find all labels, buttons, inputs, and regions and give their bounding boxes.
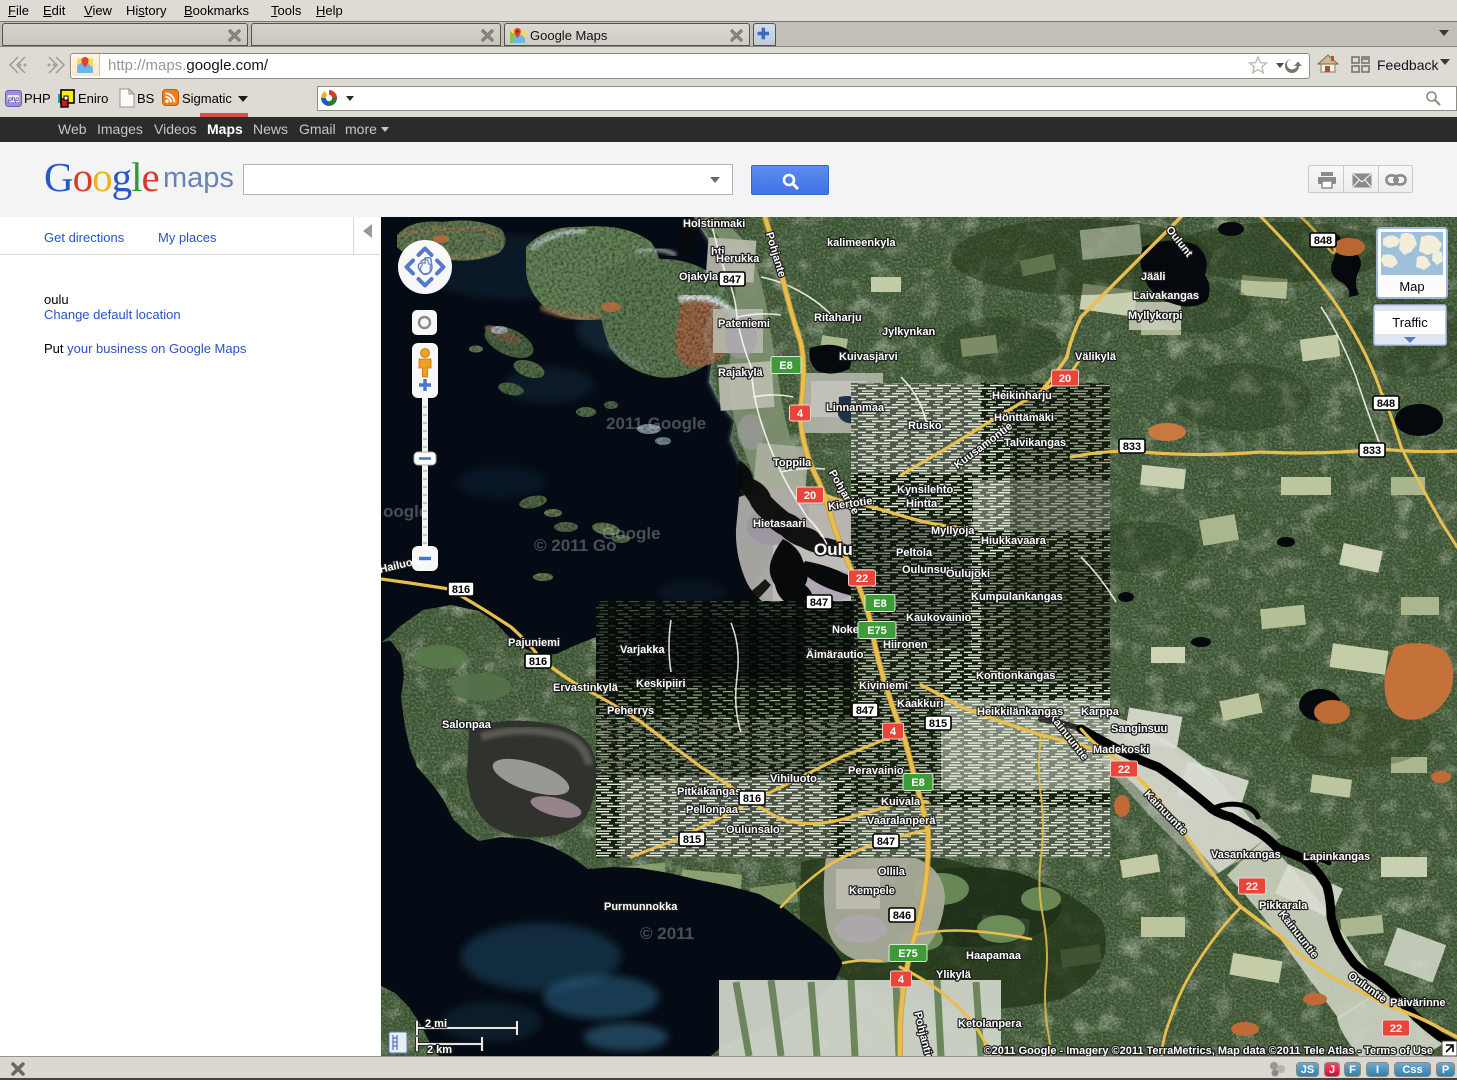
svg-text:Rusko: Rusko [908, 420, 942, 432]
svg-text:Vasankangas: Vasankangas [1211, 849, 1281, 861]
svg-text:E8: E8 [779, 360, 792, 372]
svg-text:815: 815 [929, 718, 947, 730]
svg-text:Pikkarala: Pikkarala [1259, 900, 1308, 912]
svg-text:20: 20 [1059, 373, 1071, 385]
svg-text:Myllyoja: Myllyoja [931, 525, 975, 537]
svg-text:Kuivasjärvi: Kuivasjärvi [839, 351, 898, 363]
svg-text:Oulujoki: Oulujoki [946, 568, 990, 580]
svg-text:Toppila: Toppila [773, 457, 812, 469]
svg-text:Kuivala: Kuivala [881, 796, 921, 808]
svg-text:Hiukkavaara: Hiukkavaara [981, 535, 1047, 547]
svg-text:Hietasaari: Hietasaari [753, 518, 806, 530]
svg-text:848: 848 [1377, 398, 1395, 410]
svg-text:E8: E8 [911, 777, 924, 789]
svg-text:Vaaralanperä: Vaaralanperä [867, 815, 936, 827]
svg-text:Jääli: Jääli [1141, 271, 1165, 283]
svg-text:Kempele: Kempele [849, 885, 895, 897]
svg-text:Linnanmaa: Linnanmaa [826, 402, 885, 414]
svg-text:Peherrys: Peherrys [607, 705, 654, 717]
svg-text:847: 847 [877, 836, 895, 848]
svg-text:Herukka: Herukka [716, 253, 760, 265]
svg-text:Kumpulankangas: Kumpulankangas [971, 591, 1063, 603]
svg-text:4: 4 [797, 408, 804, 420]
svg-text:Kaukovainio: Kaukovainio [906, 612, 972, 624]
svg-text:Vihiluoto: Vihiluoto [770, 773, 817, 785]
svg-text:Varjakka: Varjakka [620, 644, 666, 656]
svg-text:Oulunsalo: Oulunsalo [726, 824, 780, 836]
svg-text:Äimärautio: Äimärautio [806, 648, 864, 661]
svg-text:833: 833 [1123, 441, 1141, 453]
svg-text:Ervastinkylä: Ervastinkylä [553, 682, 619, 694]
svg-text:Rajakylä: Rajakylä [718, 367, 764, 379]
svg-text:Ylikylä: Ylikylä [936, 969, 972, 981]
svg-text:Karppa: Karppa [1081, 706, 1120, 718]
svg-text:Heikkilänkangas: Heikkilänkangas [977, 706, 1063, 718]
svg-text:kalimeenkyla: kalimeenkyla [827, 237, 896, 249]
svg-text:2 mi: 2 mi [425, 1018, 447, 1030]
svg-text:Lapinkangas: Lapinkangas [1303, 851, 1370, 863]
svg-text:4: 4 [890, 726, 897, 738]
svg-text:Kynsilehto: Kynsilehto [897, 484, 954, 496]
svg-text:Map: Map [1399, 279, 1424, 294]
svg-text:Oulu: Oulu [814, 540, 853, 559]
svg-text:E8: E8 [873, 598, 886, 610]
svg-text:Jylkynkan: Jylkynkan [882, 326, 935, 338]
svg-text:Kaakkuri: Kaakkuri [897, 698, 943, 710]
svg-text:2011 Google: 2011 Google [606, 414, 706, 433]
svg-text:2 km: 2 km [427, 1044, 452, 1056]
svg-text:816: 816 [452, 584, 470, 596]
svg-text:815: 815 [683, 834, 701, 846]
svg-text:© 2011: © 2011 [640, 924, 694, 943]
svg-text:847: 847 [723, 274, 741, 286]
svg-text:Peltola: Peltola [896, 547, 933, 559]
svg-text:Kiviniemi: Kiviniemi [859, 680, 908, 692]
svg-text:816: 816 [529, 656, 547, 668]
svg-text:Kontionkangas: Kontionkangas [976, 670, 1055, 682]
svg-text:Purmunnokka: Purmunnokka [604, 901, 678, 913]
svg-text:Laivakangas: Laivakangas [1133, 290, 1199, 302]
svg-text:Hönttämäki: Hönttämäki [994, 412, 1054, 424]
svg-text:847: 847 [810, 597, 828, 609]
svg-text:©2011 Google - Imagery ©2011 T: ©2011 Google - Imagery ©2011 TerraMetric… [984, 1045, 1433, 1056]
svg-text:846: 846 [893, 910, 911, 922]
svg-text:833: 833 [1363, 445, 1381, 457]
svg-text:Madekoski: Madekoski [1093, 744, 1149, 756]
svg-text:Traffic: Traffic [1392, 315, 1428, 330]
svg-text:Haapamaa: Haapamaa [966, 950, 1022, 962]
svg-text:Heikinharju: Heikinharju [992, 390, 1052, 402]
svg-text:848: 848 [1314, 235, 1332, 247]
svg-text:Holstinmaki: Holstinmaki [683, 218, 745, 230]
svg-text:Keskipiiri: Keskipiiri [636, 678, 686, 690]
svg-text:4: 4 [898, 974, 905, 986]
svg-text:22: 22 [856, 573, 868, 585]
svg-text:Sanginsuu: Sanginsuu [1111, 723, 1167, 735]
svg-text:Välikylä: Välikylä [1075, 351, 1117, 363]
svg-text:816: 816 [743, 793, 761, 805]
svg-text:E75: E75 [867, 625, 887, 637]
svg-text:Päivärinne: Päivärinne [1390, 997, 1446, 1009]
svg-text:847: 847 [856, 705, 874, 717]
svg-text:Peravainio: Peravainio [848, 765, 904, 777]
svg-text:20: 20 [804, 490, 816, 502]
svg-text:Ritaharju: Ritaharju [814, 312, 862, 324]
svg-text:Pajuniemi: Pajuniemi [508, 637, 560, 649]
svg-text:22: 22 [1118, 764, 1130, 776]
svg-text:Hintta: Hintta [906, 498, 938, 510]
svg-text:Pellonpaa: Pellonpaa [686, 804, 739, 816]
svg-text:Talvikangas: Talvikangas [1004, 437, 1066, 449]
svg-text:E75: E75 [898, 948, 918, 960]
svg-text:Salonpaa: Salonpaa [442, 719, 492, 731]
svg-text:Myllykorpi: Myllykorpi [1128, 310, 1182, 322]
svg-text:oogle: oogle [383, 502, 428, 521]
svg-text:Hiironen: Hiironen [883, 639, 928, 651]
svg-text:22: 22 [1390, 1023, 1402, 1035]
svg-text:Ojakyla: Ojakyla [679, 271, 719, 283]
svg-text:Pateniemi: Pateniemi [718, 318, 770, 330]
svg-text:© 2011 Go: © 2011 Go [534, 536, 616, 555]
svg-text:Pitkäkangas: Pitkäkangas [677, 786, 741, 798]
svg-text:Ollila: Ollila [878, 866, 906, 878]
svg-text:Ketolanpera: Ketolanpera [958, 1018, 1022, 1030]
svg-text:php: php [7, 96, 19, 103]
svg-text:22: 22 [1246, 881, 1258, 893]
